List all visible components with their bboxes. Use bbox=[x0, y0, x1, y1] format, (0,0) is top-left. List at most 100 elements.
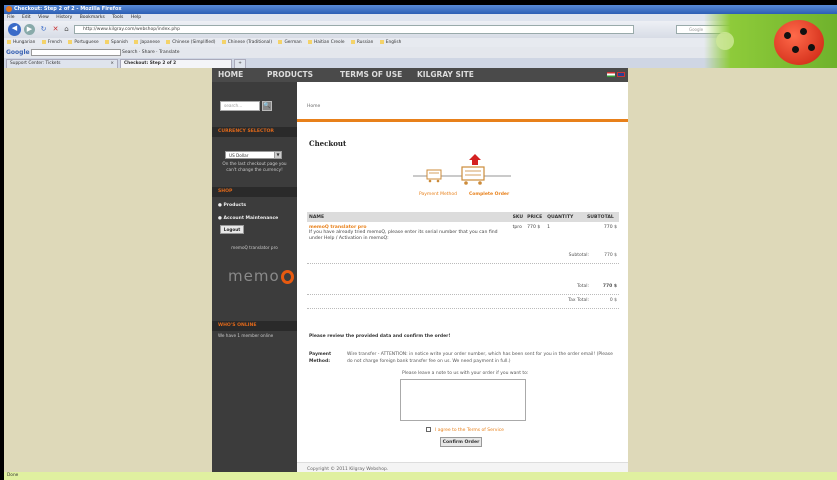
bookmark-item[interactable]: Russian bbox=[351, 40, 374, 45]
search-button[interactable]: 🔍 bbox=[262, 101, 272, 111]
order-note-textarea[interactable] bbox=[400, 379, 526, 421]
english-flag-icon[interactable] bbox=[617, 72, 625, 77]
nav-home[interactable]: HOME bbox=[218, 70, 243, 79]
shop-section-title: SHOP bbox=[212, 187, 297, 197]
payment-label-line2: Method: bbox=[309, 359, 330, 364]
page-viewport: HOME PRODUCTS TERMS OF USE KILGRAY SITE … bbox=[4, 68, 837, 475]
tax-row: Tax Total: 0 $ bbox=[307, 295, 619, 309]
window-title: Checkout: Step 2 of 2 - Mozilla Firefox bbox=[14, 6, 122, 12]
stop-icon[interactable]: ✕ bbox=[50, 24, 61, 35]
currency-select[interactable]: US Dollar ▼ bbox=[225, 151, 282, 159]
home-icon[interactable]: ⌂ bbox=[61, 24, 72, 35]
new-tab-button[interactable]: + bbox=[234, 59, 246, 68]
status-bar: Done bbox=[4, 472, 837, 480]
currency-selected-value: US Dollar bbox=[229, 153, 249, 158]
bookmark-item[interactable]: Haitian Creole bbox=[308, 40, 344, 45]
total-row: Total: 770 $ bbox=[307, 281, 619, 295]
site-search-input[interactable]: search... bbox=[220, 101, 260, 111]
step-complete-order: Complete Order bbox=[469, 192, 510, 197]
window-titlebar: Checkout: Step 2 of 2 - Mozilla Firefox bbox=[4, 5, 837, 14]
bookmark-item[interactable]: Chinese (Simplified) bbox=[166, 40, 215, 45]
bookmark-item[interactable]: French bbox=[42, 40, 62, 45]
item-sku: tpro bbox=[512, 225, 522, 230]
menu-edit[interactable]: Edit bbox=[22, 15, 31, 20]
bookmark-item[interactable]: Hungarian bbox=[7, 40, 35, 45]
nav-kilgray-site[interactable]: KILGRAY SITE bbox=[417, 70, 474, 79]
menu-tools[interactable]: Tools bbox=[112, 15, 123, 20]
back-button[interactable]: ◀ bbox=[8, 23, 21, 36]
product-description: If you have already tried memoQ, please … bbox=[309, 230, 498, 241]
tab-checkout[interactable]: Checkout: Step 2 of 2 bbox=[120, 59, 232, 68]
bookmark-item[interactable]: Chinese (Traditional) bbox=[222, 40, 272, 45]
bookmark-item[interactable]: German bbox=[278, 40, 301, 45]
item-cell: memoQ translator pro If you have already… bbox=[307, 222, 511, 245]
sidebar-item-products[interactable]: ● Products bbox=[218, 203, 246, 208]
cart-step2-icon bbox=[461, 154, 485, 185]
column-header-sku: SKU bbox=[510, 212, 526, 222]
item-price: 770 $ bbox=[527, 225, 541, 230]
payment-label-line1: Payment bbox=[309, 352, 332, 357]
payment-method-label: Payment Method: bbox=[309, 351, 331, 365]
bookmark-item[interactable]: Japanese bbox=[134, 40, 160, 45]
column-header-subtotal: SUBTOTAL bbox=[585, 212, 619, 222]
confirm-order-button[interactable]: Confirm Order bbox=[440, 437, 482, 447]
bookmark-item[interactable]: English bbox=[380, 40, 402, 45]
breadcrumb[interactable]: Home bbox=[307, 104, 320, 109]
step-payment-method: Payment Method bbox=[419, 192, 458, 197]
ladybug-icon bbox=[774, 20, 824, 65]
menu-view[interactable]: View bbox=[38, 15, 49, 20]
cart-step1-icon bbox=[426, 169, 442, 183]
memoq-q-icon bbox=[280, 269, 294, 284]
whos-online-title: WHO'S ONLINE bbox=[212, 321, 297, 331]
whos-online-text: We have 1 member online bbox=[218, 333, 274, 338]
google-search-input[interactable] bbox=[31, 49, 121, 56]
url-input[interactable]: http://www.kilgray.com/webshop/index.php bbox=[74, 25, 634, 34]
tax-label: Tax Total: bbox=[568, 298, 589, 303]
orange-divider bbox=[297, 119, 628, 122]
subtotal-row: Subtotal: 770 $ bbox=[307, 250, 619, 264]
sidebar-item-account[interactable]: ● Account Maintenance bbox=[218, 216, 278, 221]
column-header-quantity: QUANTITY bbox=[545, 212, 585, 222]
column-header-price: PRICE bbox=[525, 212, 546, 222]
logout-button[interactable]: Logout bbox=[220, 225, 244, 234]
terms-label[interactable]: I agree to the Terms of Service bbox=[435, 428, 504, 433]
logo-text: memo bbox=[228, 267, 280, 285]
sidebar: search... 🔍 CURRENCY SELECTOR US Dollar … bbox=[212, 82, 297, 475]
subtotal-label: Subtotal: bbox=[568, 253, 589, 258]
table-header-row: NAME SKU PRICE QUANTITY SUBTOTAL bbox=[307, 212, 619, 222]
chevron-down-icon: ▼ bbox=[274, 152, 281, 158]
nav-terms[interactable]: TERMS OF USE bbox=[340, 70, 402, 79]
table-row: memoQ translator pro If you have already… bbox=[307, 222, 619, 245]
tab-label: Support Center: Tickets bbox=[10, 61, 61, 66]
sidebar-item-label: Account Maintenance bbox=[223, 216, 279, 221]
tab-support-center[interactable]: Support Center: Tickets × bbox=[6, 59, 118, 68]
checkout-progress-graphic bbox=[413, 154, 511, 185]
total-label: Total: bbox=[576, 284, 589, 289]
sidebar-item-label: Products bbox=[223, 203, 247, 208]
nav-products[interactable]: PRODUCTS bbox=[267, 70, 313, 79]
checkbox-icon[interactable] bbox=[426, 427, 431, 432]
arrow-down-icon bbox=[469, 154, 481, 165]
payment-method-text: Wire transfer - ATTENTION: in notice wri… bbox=[347, 352, 613, 364]
google-tools[interactable]: Search · Share · Translate bbox=[122, 47, 179, 58]
menu-history[interactable]: History bbox=[56, 15, 72, 20]
bookmark-item[interactable]: Spanish bbox=[105, 40, 128, 45]
menu-help[interactable]: Help bbox=[131, 15, 141, 20]
menu-file[interactable]: File bbox=[7, 15, 15, 20]
currency-note-line2: can't change the currency! bbox=[226, 167, 283, 172]
decorative-circle bbox=[716, 32, 734, 50]
forward-button[interactable]: ▶ bbox=[24, 24, 35, 35]
main-content: Home Checkout Payment Method Complete Or… bbox=[297, 82, 628, 475]
reload-icon[interactable]: ↻ bbox=[38, 24, 49, 35]
bookmark-item[interactable]: Portuguese bbox=[68, 40, 98, 45]
persona-theme-decoration bbox=[704, 14, 837, 68]
total-value: 770 $ bbox=[602, 284, 617, 289]
browser-window: Checkout: Step 2 of 2 - Mozilla Firefox … bbox=[4, 5, 837, 480]
tab-label: Checkout: Step 2 of 2 bbox=[124, 61, 177, 66]
close-tab-icon[interactable]: × bbox=[110, 60, 114, 68]
hungarian-flag-icon[interactable] bbox=[607, 72, 615, 77]
cart-item-link[interactable]: memoQ translator pro bbox=[212, 245, 297, 251]
menu-bookmarks[interactable]: Bookmarks bbox=[80, 15, 105, 20]
terms-checkbox[interactable]: I agree to the Terms of Service bbox=[426, 427, 504, 433]
review-instruction: Please review the provided data and conf… bbox=[309, 334, 451, 339]
